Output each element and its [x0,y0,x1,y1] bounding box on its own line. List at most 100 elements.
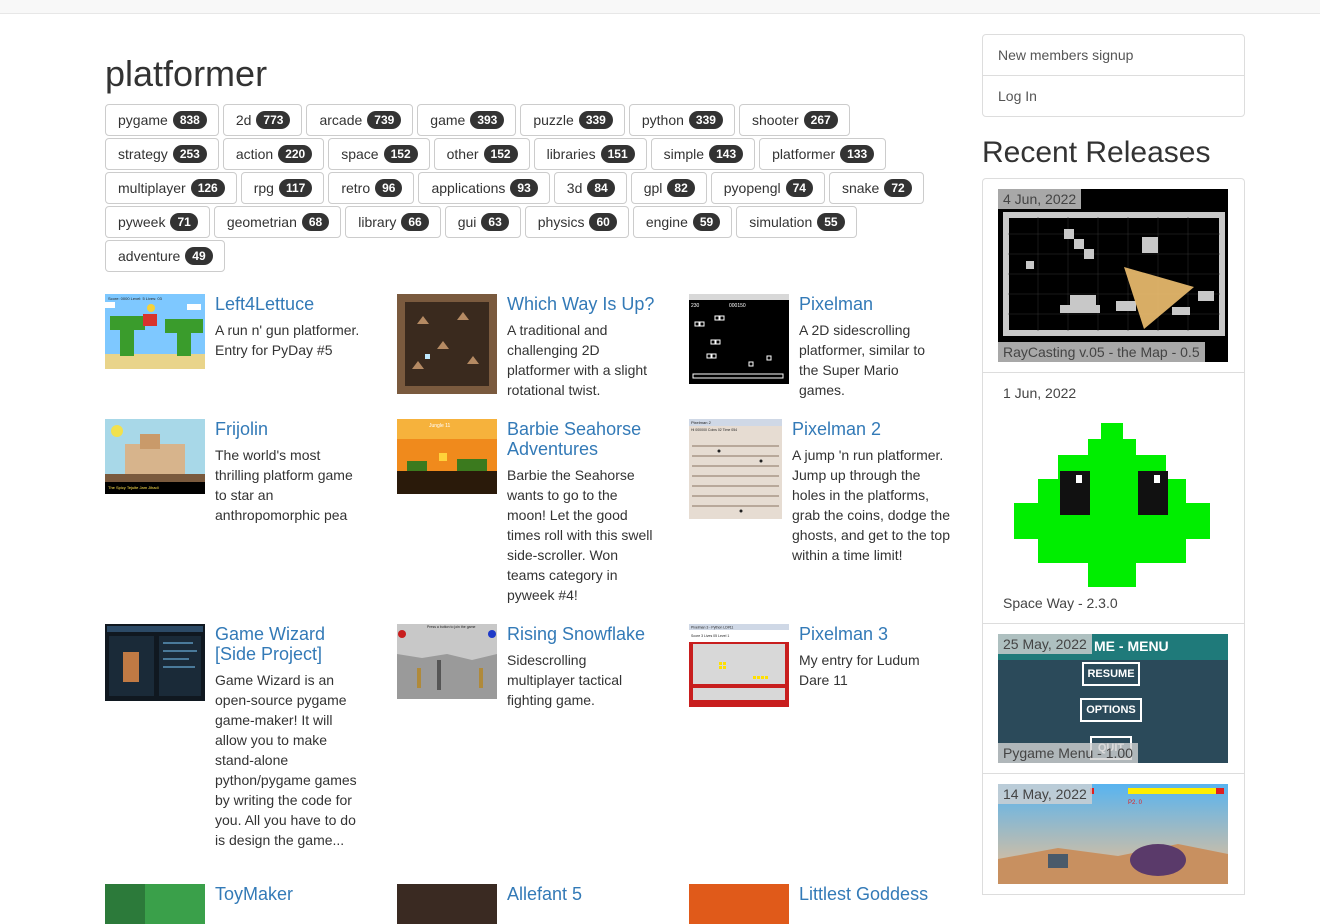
release-thumbnail[interactable]: ME - MENU RESUME OPTIONS QUIT 25 May, 20… [998,634,1228,763]
release-item[interactable]: P2. 0 14 May, 2022 [983,774,1244,895]
tag-python[interactable]: python 339 [628,104,735,136]
project-card: ToyMaker [105,884,363,924]
tag-count-badge: 339 [688,111,723,129]
release-name: RayCasting v.05 - the Map - 0.5 [998,342,1205,362]
tag-count-badge: 96 [375,179,403,197]
project-title-link[interactable]: Littlest Goddess [799,884,947,904]
release-thumbnail[interactable]: 4 Jun, 2022 RayCasting v.05 - the Map - … [998,189,1228,362]
project-card: Which Way Is Up? A traditional and chall… [397,294,655,400]
tag-arcade[interactable]: arcade 739 [306,104,414,136]
tag-3d[interactable]: 3d 84 [553,172,627,204]
svg-text:Pixelman 2: Pixelman 2 [691,420,712,425]
release-item[interactable]: ME - MENU RESUME OPTIONS QUIT 25 May, 20… [983,624,1244,774]
tag-engine[interactable]: engine 59 [632,206,733,238]
tag-physics[interactable]: physics 60 [524,206,629,238]
tag-retro[interactable]: retro 96 [328,172,415,204]
tag-space[interactable]: space 152 [328,138,430,170]
svg-text:Hi 000000 Coins 02 Time 05: Hi 000000 Coins 02 Time 054 [691,428,737,432]
tag-gui[interactable]: gui 63 [444,206,521,238]
project-description: The world's most thrilling platform game… [215,447,353,523]
project-thumbnail[interactable]: Score: 0000 Level: 5 Lives: 03 [105,294,205,369]
project-thumbnail[interactable] [397,294,497,394]
tag-count-badge: 838 [172,111,207,129]
project-thumbnail[interactable]: Jungle 11 [397,419,497,494]
project-thumbnail[interactable]: Press a button to join the game [397,624,497,699]
project-title-link[interactable]: Which Way Is Up? [507,294,655,314]
tag-library[interactable]: library 66 [345,206,441,238]
tag-multiplayer[interactable]: multiplayer 126 [105,172,237,204]
project-thumbnail[interactable]: Pixelman 2 Hi 000000 Coins 02 Time 054 [689,419,782,519]
release-thumbnail[interactable]: P2. 0 14 May, 2022 [998,784,1228,884]
svg-text:Jungle 11: Jungle 11 [429,423,451,429]
project-description: A 2D sidescrolling platformer, similar t… [799,322,926,398]
tag-pygame[interactable]: pygame 838 [105,104,219,136]
tag-count-badge: 55 [817,213,845,231]
project-thumbnail[interactable] [689,884,789,924]
tag-count-badge: 339 [578,111,613,129]
tag-count-badge: 143 [709,145,744,163]
tag-rpg[interactable]: rpg 117 [240,172,325,204]
tag-pyopengl[interactable]: pyopengl 74 [710,172,825,204]
project-title-link[interactable]: ToyMaker [215,884,363,904]
tag-count-badge: 49 [185,247,213,265]
tag-game[interactable]: game 393 [417,104,517,136]
release-name: Pygame Menu - 1.00 [998,743,1138,763]
project-title-link[interactable]: Barbie Seahorse Adventures [507,419,655,459]
project-title-link[interactable]: Allefant 5 [507,884,655,904]
top-navbar [0,0,1320,14]
svg-text:The Spicy Tejuite Jam Jihadi: The Spicy Tejuite Jam Jihadi [108,485,159,490]
release-item[interactable]: 4 Jun, 2022 RayCasting v.05 - the Map - … [983,179,1244,373]
project-thumbnail[interactable] [105,624,205,701]
tag-other[interactable]: other 152 [433,138,530,170]
project-title-link[interactable]: Pixelman 2 [792,419,952,439]
new-members-signup-link[interactable]: New members signup [983,35,1244,76]
tag-adventure[interactable]: adventure 49 [105,240,225,272]
release-name: Space Way - 2.3.0 [1003,595,1118,611]
project-title-link[interactable]: Left4Lettuce [215,294,363,314]
project-card: Jungle 11 Barbie Seahorse Adventures Bar… [397,419,655,605]
project-thumbnail[interactable]: The Spicy Tejuite Jam Jihadi [105,419,205,494]
tag-count-badge: 72 [884,179,912,197]
log-in-link[interactable]: Log In [983,76,1244,116]
release-item[interactable]: 1 Jun, 2022 Space Way - 2.3.0 [983,373,1244,624]
project-card: Allefant 5 [397,884,655,924]
tag-applications[interactable]: applications 93 [418,172,550,204]
project-thumbnail[interactable] [105,884,205,924]
project-thumbnail[interactable]: Pixelman 3 - Python LD#11 Score 3 Lives … [689,624,789,707]
project-title-link[interactable]: Rising Snowflake [507,624,655,644]
tag-action[interactable]: action 220 [222,138,325,170]
tag-libraries[interactable]: libraries 151 [533,138,647,170]
project-description: Barbie the Seahorse wants to go to the m… [507,467,653,603]
tag-count-badge: 59 [692,213,721,231]
tag-geometrian[interactable]: geometrian 68 [213,206,342,238]
project-description: Sidescrolling multiplayer tactical fight… [507,652,623,708]
tag-count-badge: 133 [840,145,875,163]
project-thumbnail[interactable]: 230 000150 [689,294,789,384]
project-thumbnail[interactable] [397,884,497,924]
tag-puzzle[interactable]: puzzle 339 [520,104,625,136]
tag-simulation[interactable]: simulation 55 [736,206,857,238]
tag-gpl[interactable]: gpl 82 [630,172,707,204]
tag-simple[interactable]: simple 143 [650,138,756,170]
release-date: 1 Jun, 2022 [1003,385,1077,401]
tag-count-badge: 220 [278,145,313,163]
project-title-link[interactable]: Frijolin [215,419,363,439]
tag-2d[interactable]: 2d 773 [222,104,303,136]
release-thumbnail[interactable]: 1 Jun, 2022 Space Way - 2.3.0 [998,383,1228,613]
tag-platformer[interactable]: platformer 133 [759,138,887,170]
project-card: Press a button to join the game Rising S… [397,624,655,710]
project-title-link[interactable]: Pixelman 3 [799,624,947,644]
menu-title-text: ME - MENU [1094,638,1169,654]
project-title-link[interactable]: Game Wizard [Side Project] [215,624,363,664]
tag-count-badge: 117 [278,179,313,197]
tag-pyweek[interactable]: pyweek 71 [105,206,210,238]
project-title-link[interactable]: Pixelman [799,294,947,314]
tag-strategy[interactable]: strategy 253 [105,138,219,170]
project-description: My entry for Ludum Dare 11 [799,652,920,688]
tag-snake[interactable]: snake 72 [828,172,924,204]
tag-count-badge: 71 [170,213,198,231]
options-menu-button: OPTIONS [1080,698,1142,722]
tag-count-badge: 739 [367,111,402,129]
svg-text:Score 3 Lives 05 Level 1: Score 3 Lives 05 Level 1 [691,634,729,638]
tag-shooter[interactable]: shooter 267 [738,104,850,136]
